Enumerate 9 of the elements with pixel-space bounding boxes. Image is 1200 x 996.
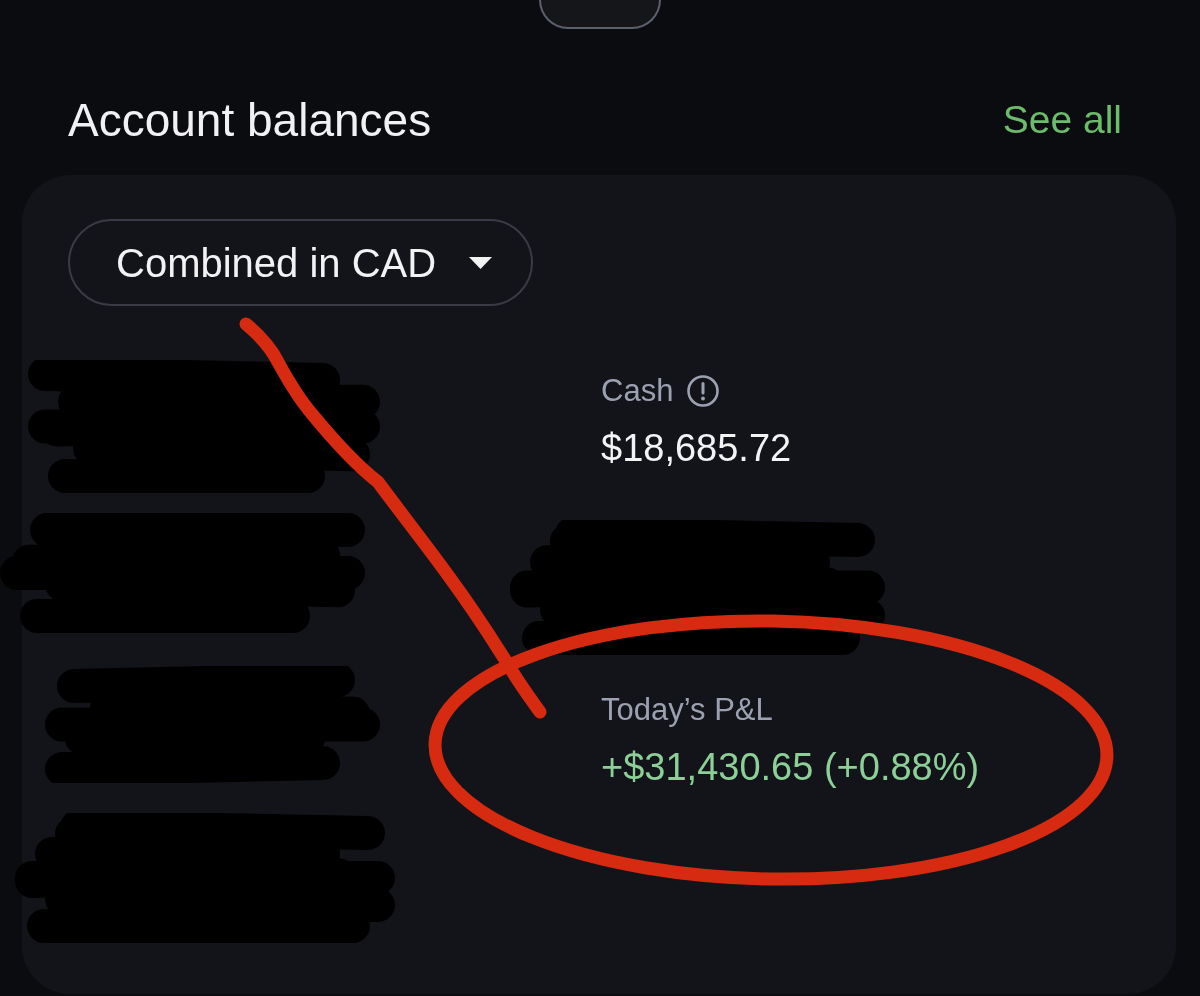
- see-all-link[interactable]: See all: [1002, 97, 1122, 143]
- caret-icon: [469, 256, 493, 269]
- currency-dropdown[interactable]: Combined in CAD: [68, 219, 533, 306]
- metric-label: Today’s P&L: [601, 691, 773, 729]
- metric-label: Cash: [601, 372, 674, 410]
- exclamation-circle-icon[interactable]: [687, 375, 720, 407]
- section-title: Account balances: [68, 97, 432, 143]
- metric-value: $18,685.72: [601, 426, 792, 470]
- metric-value: +$31,430.65 (+0.88%): [601, 745, 980, 789]
